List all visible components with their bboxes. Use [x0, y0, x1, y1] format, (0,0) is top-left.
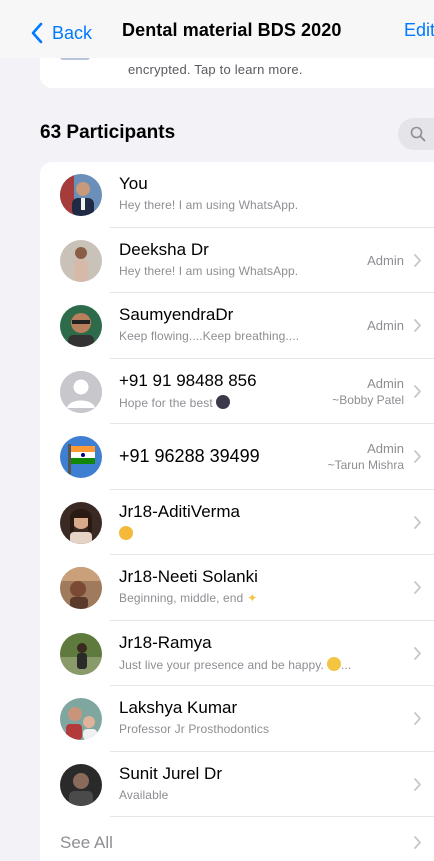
participant-row[interactable]: +91 91 98488 856 Hope for the best Admin…	[40, 359, 434, 424]
avatar	[60, 501, 102, 544]
participant-name: Jr18-Neeti Solanki	[119, 567, 258, 586]
participant-name: +91 91 98488 856	[119, 370, 257, 390]
sparkles-icon: ✦	[247, 591, 258, 605]
edit-button[interactable]: Edit	[404, 20, 434, 41]
avatar	[60, 763, 102, 806]
participant-status: Beginning, middle, end ✦	[119, 591, 258, 605]
participant-row[interactable]: Jr18-AditiVerma	[40, 490, 434, 555]
chevron-right-icon	[414, 515, 421, 529]
avatar	[60, 632, 102, 675]
participant-name: +91 96288 39499	[119, 446, 260, 466]
smiling-face-emoji-icon	[119, 525, 133, 540]
default-avatar-icon	[60, 370, 102, 413]
participant-name: Sunit Jurel Dr	[119, 763, 222, 783]
participant-row[interactable]: Lakshya Kumar Professor Jr Prosthodontic…	[40, 686, 434, 752]
contact-push-name: ~Bobby Patel	[332, 392, 404, 407]
chevron-right-icon	[414, 836, 421, 849]
chevron-right-icon	[414, 581, 421, 594]
group-title: Dental material BDS 2020	[122, 20, 342, 40]
participants-header: 63 Participants	[40, 122, 176, 143]
avatar	[60, 698, 102, 740]
participant-status: Hey there! I am using WhatsApp.	[119, 263, 299, 278]
avatar	[60, 305, 102, 347]
emoji-icon	[215, 394, 230, 409]
participant-name: Jr18-AditiVerma	[119, 501, 240, 521]
participant-status: Available	[119, 787, 169, 802]
participants-list: You Hey there! I am using WhatsApp. Deek…	[40, 162, 434, 861]
navigation-bar: Back Dental material BDS 2020 Edit	[0, 0, 434, 58]
see-all-button[interactable]: See All	[40, 817, 434, 861]
avatar	[60, 567, 102, 609]
avatar	[60, 436, 102, 478]
participant-name: You	[119, 174, 148, 193]
participant-row[interactable]: Deeksha Dr Hey there! I am using WhatsAp…	[40, 228, 434, 293]
encryption-note: encrypted. Tap to learn more.	[128, 62, 303, 77]
chevron-right-icon	[414, 319, 421, 332]
chevron-right-icon	[414, 450, 421, 463]
admin-badge: Admin	[367, 318, 404, 333]
participant-status: Professor Jr Prosthodontics	[119, 722, 270, 736]
chevron-right-icon	[414, 253, 421, 267]
group-info-screen: Back Dental material BDS 2020 Edit encry…	[0, 0, 434, 861]
participant-name: Jr18-Ramya	[119, 632, 212, 652]
participant-name: SaumyendraDr	[119, 305, 234, 324]
admin-badge: Admin	[367, 375, 404, 391]
participant-status: Keep flowing....Keep breathing....	[119, 329, 300, 343]
chevron-right-icon	[414, 384, 421, 398]
participant-row[interactable]: Jr18-Ramya Just live your presence and b…	[40, 621, 434, 686]
chevron-right-icon	[414, 777, 421, 791]
avatar	[60, 174, 102, 216]
contact-push-name: ~Tarun Mishra	[327, 458, 404, 472]
participant-row[interactable]: SaumyendraDr Keep flowing....Keep breath…	[40, 293, 434, 359]
admin-badge: Admin	[367, 441, 404, 456]
see-all-label: See All	[60, 833, 113, 852]
back-label: Back	[52, 22, 93, 43]
participant-status: Hey there! I am using WhatsApp.	[119, 198, 299, 212]
back-button[interactable]: Back	[30, 20, 92, 46]
participant-status: Hope for the best	[119, 394, 230, 410]
avatar	[60, 239, 102, 282]
chevron-right-icon	[414, 646, 421, 660]
participant-row[interactable]: +91 96288 39499 Admin ~Tarun Mishra	[40, 424, 434, 490]
search-participants-button[interactable]	[398, 118, 434, 150]
participant-row-you[interactable]: You Hey there! I am using WhatsApp.	[40, 162, 434, 228]
participant-status: Just live your presence and be happy....	[119, 656, 352, 672]
participant-status	[119, 525, 133, 541]
smiling-face-emoji-icon	[326, 656, 341, 671]
participant-name: Lakshya Kumar	[119, 698, 238, 717]
admin-badge: Admin	[367, 252, 404, 268]
chevron-right-icon	[414, 712, 421, 725]
participant-row[interactable]: Jr18-Neeti Solanki Beginning, middle, en…	[40, 555, 434, 621]
participant-name: Deeksha Dr	[119, 239, 209, 259]
search-icon	[410, 126, 426, 142]
participant-row[interactable]: Sunit Jurel Dr Available	[40, 752, 434, 817]
chevron-left-icon	[31, 22, 43, 44]
